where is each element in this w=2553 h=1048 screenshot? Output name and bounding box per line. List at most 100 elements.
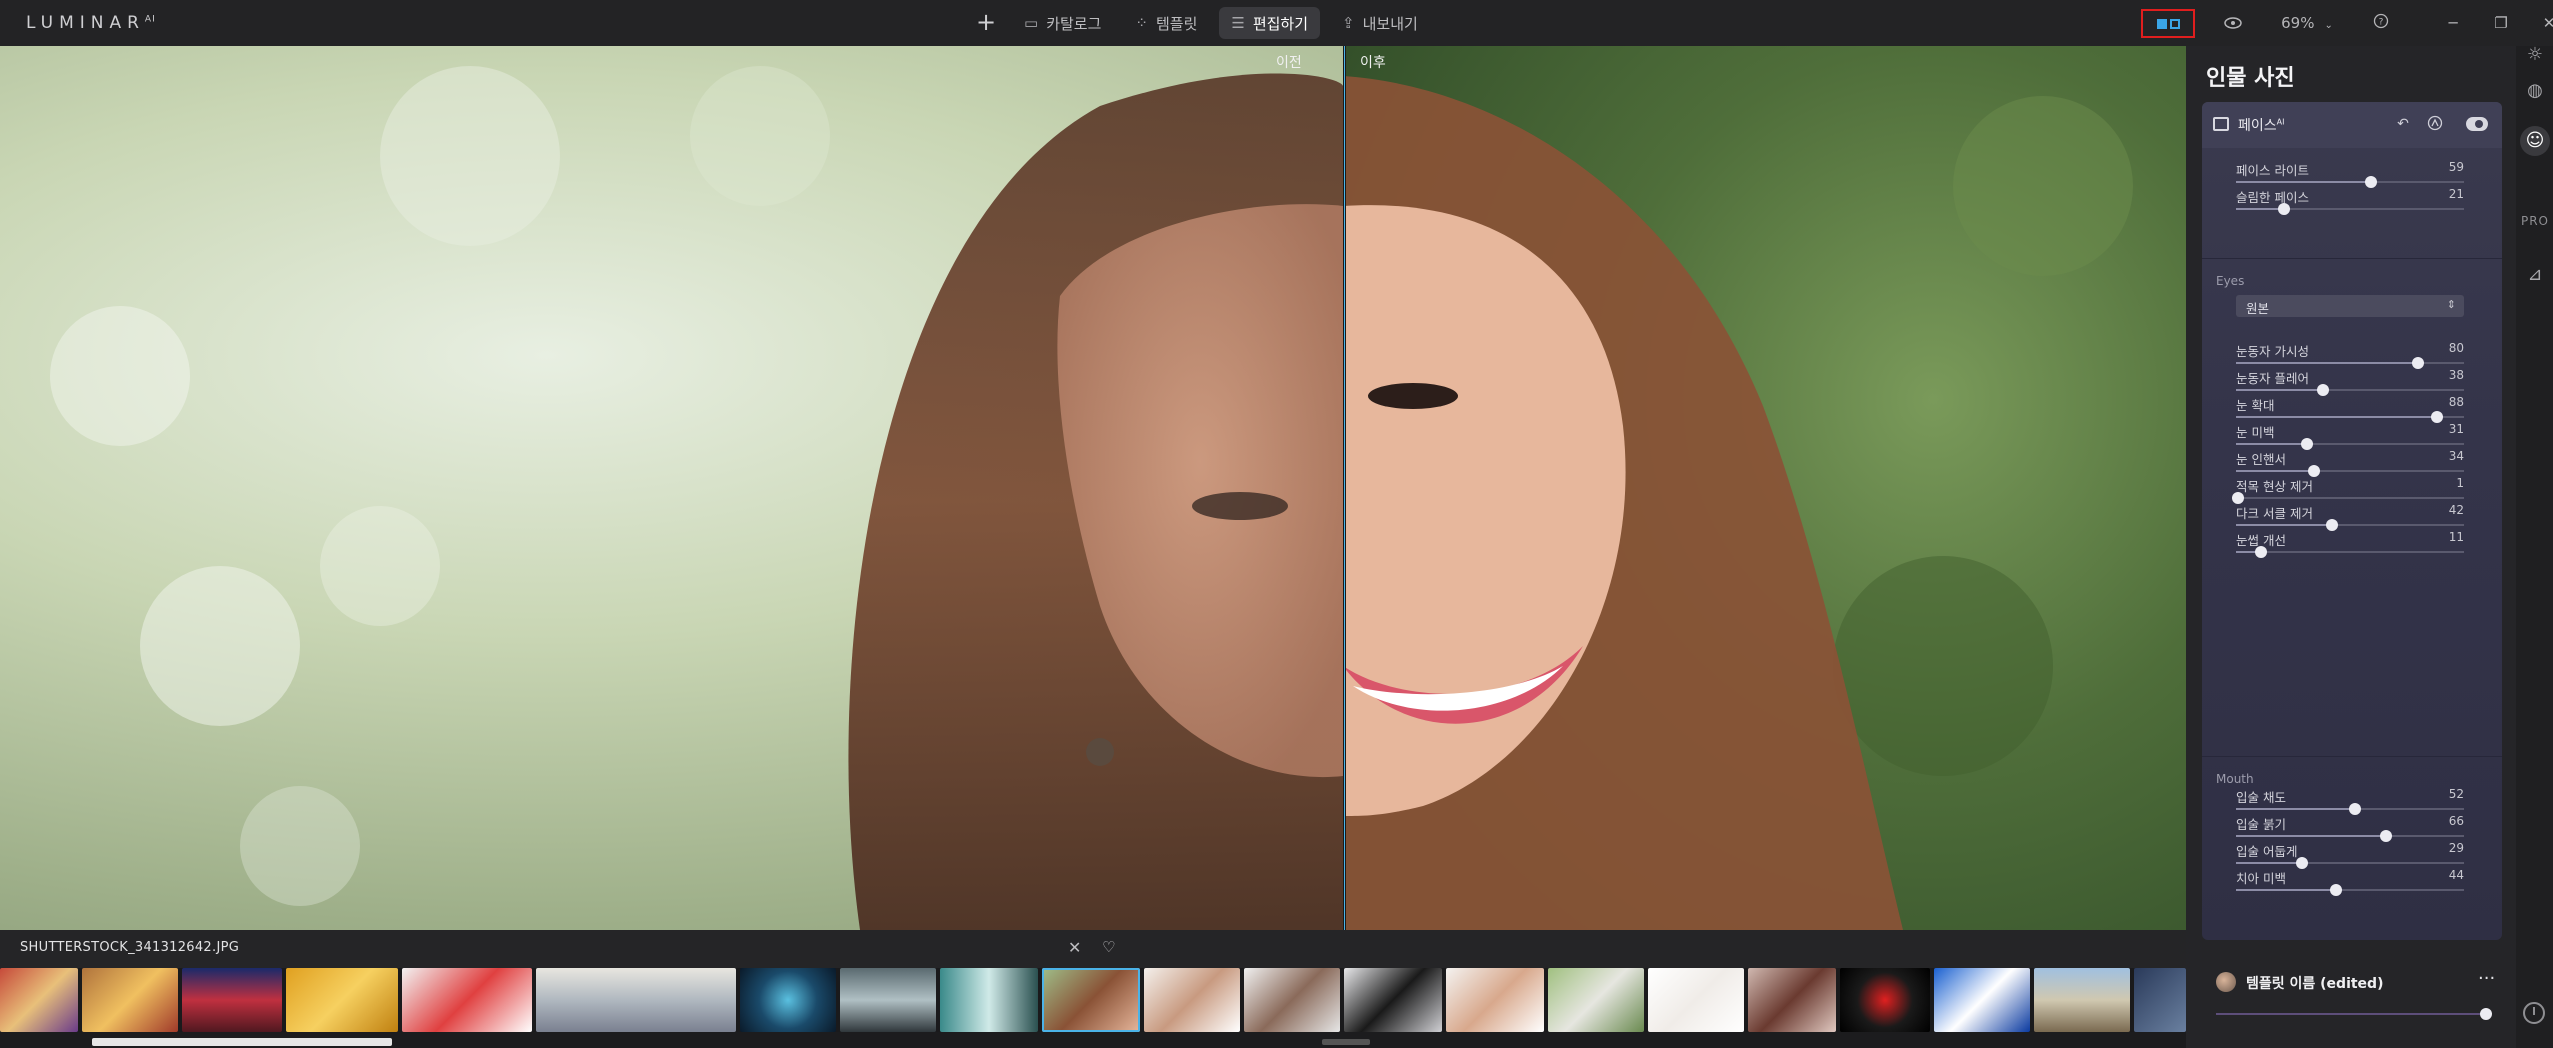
- face-ai-module: 페이스AI ↶ 페이스 라이트 59 슬림한 페이스 21 Eyes 원본 ⇕ 눈동자…: [2202, 102, 2502, 940]
- more-options-icon[interactable]: ···: [2478, 968, 2495, 989]
- eye-icon[interactable]: [2205, 14, 2261, 33]
- tab-edit[interactable]: ☰ 편집하기: [1219, 7, 1321, 39]
- slider-label: 눈동자 플레어: [2236, 371, 2309, 386]
- thumbnail[interactable]: [840, 968, 936, 1032]
- svg-text:?: ?: [2379, 18, 2384, 28]
- add-photos-button[interactable]: +: [970, 7, 1002, 39]
- slider-value: 21: [2448, 187, 2464, 201]
- tab-catalog[interactable]: ▭ 카탈로그: [1012, 7, 1113, 39]
- filmstrip-scrollbar[interactable]: [0, 1032, 2186, 1048]
- tab-templates[interactable]: ⁘ 템플릿: [1123, 7, 1209, 39]
- slider-knob[interactable]: [2330, 884, 2343, 896]
- thumbnail[interactable]: [1748, 968, 1836, 1032]
- slider[interactable]: 눈 인핸서 34: [2236, 449, 2464, 479]
- thumbnail[interactable]: [402, 968, 532, 1032]
- slider-track[interactable]: [2236, 857, 2464, 869]
- scrollbar-handle[interactable]: [1322, 1039, 1370, 1045]
- thumbnail-selected[interactable]: [1042, 968, 1140, 1032]
- slider-track[interactable]: [2236, 519, 2464, 531]
- thumbnail[interactable]: [740, 968, 836, 1032]
- slider-track[interactable]: [2236, 465, 2464, 477]
- before-after-compare-button[interactable]: [2141, 9, 2195, 38]
- slider-track[interactable]: [2236, 546, 2464, 558]
- close-icon[interactable]: ✕: [1068, 938, 1081, 957]
- slider-track[interactable]: [2236, 830, 2464, 842]
- help-icon[interactable]: ?: [2353, 13, 2409, 33]
- scrollbar-thumb[interactable]: [92, 1038, 392, 1046]
- thumbnail[interactable]: [1344, 968, 1442, 1032]
- slider-track[interactable]: [2236, 411, 2464, 423]
- thumbnail[interactable]: [536, 968, 736, 1032]
- zoom-dropdown[interactable]: 69% ⌄: [2261, 14, 2353, 32]
- slider[interactable]: 적목 현상 제거 1: [2232, 476, 2464, 506]
- slider-knob[interactable]: [2480, 1008, 2492, 1020]
- canvas-icon[interactable]: ⊿: [2520, 260, 2550, 290]
- slider-fill: [2236, 862, 2303, 864]
- thumbnail[interactable]: [1548, 968, 1644, 1032]
- slider-track[interactable]: [2236, 176, 2464, 188]
- tab-export-label: 내보내기: [1362, 14, 1418, 33]
- minimize-button[interactable]: ─: [2429, 14, 2477, 32]
- thumbnail[interactable]: [1144, 968, 1240, 1032]
- slider-track[interactable]: [2232, 492, 2464, 504]
- slider[interactable]: 눈 미백 31: [2236, 422, 2464, 452]
- filmstrip-header: SHUTTERSTOCK_341312642.JPG ✕ ♡: [0, 930, 2186, 968]
- slider-knob[interactable]: [2255, 546, 2268, 558]
- template-amount-slider[interactable]: [2216, 1008, 2492, 1020]
- slider[interactable]: 눈썹 개선 11: [2236, 530, 2464, 560]
- slider-label: 입술 채도: [2236, 790, 2286, 805]
- brush-mask-icon[interactable]: [2426, 115, 2444, 133]
- undo-icon[interactable]: ↶: [2394, 115, 2412, 133]
- slider[interactable]: 눈 확대 88: [2236, 395, 2464, 425]
- heart-icon[interactable]: ♡: [1102, 938, 1115, 956]
- tab-export[interactable]: ⇪ 내보내기: [1330, 7, 1430, 39]
- face-icon[interactable]: ☺: [2520, 126, 2550, 156]
- slider[interactable]: 페이스 라이트 59: [2236, 160, 2464, 190]
- thumbnail[interactable]: [1446, 968, 1544, 1032]
- slider-track[interactable]: [2236, 438, 2464, 450]
- slider[interactable]: 치아 미백 44: [2236, 868, 2464, 898]
- slider[interactable]: 다크 서클 제거 42: [2236, 503, 2464, 533]
- sun-icon[interactable]: ☼: [2520, 40, 2550, 70]
- thumbnail[interactable]: [82, 968, 178, 1032]
- palette-icon[interactable]: ◍: [2520, 76, 2550, 106]
- thumbnail[interactable]: [0, 968, 78, 1032]
- restore-button[interactable]: ❐: [2477, 14, 2525, 32]
- slider[interactable]: 입술 붉기 66: [2236, 814, 2464, 844]
- top-bar: LUMINARAI + ▭ 카탈로그 ⁘ 템플릿 ☰ 편집하기 ⇪ 내보내기 6…: [0, 0, 2553, 46]
- slider-track[interactable]: [2236, 803, 2464, 815]
- close-window-button[interactable]: ✕: [2525, 14, 2553, 32]
- thumbnail[interactable]: [1648, 968, 1744, 1032]
- eyes-preset-dropdown[interactable]: 원본 ⇕: [2236, 295, 2464, 317]
- slider-track[interactable]: [2236, 384, 2464, 396]
- slider[interactable]: 입술 채도 52: [2236, 787, 2464, 817]
- before-after-icon: [2156, 18, 2167, 29]
- image-canvas[interactable]: 이전 이후: [0, 46, 2186, 930]
- thumbnail[interactable]: [1840, 968, 1930, 1032]
- clock-icon[interactable]: [2523, 1002, 2545, 1024]
- slider-track[interactable]: [2236, 884, 2464, 896]
- thumbnail[interactable]: [2134, 968, 2186, 1032]
- thumbnail[interactable]: [182, 968, 282, 1032]
- thumbnail[interactable]: [1244, 968, 1340, 1032]
- slider-value: 1: [2456, 476, 2464, 490]
- slider[interactable]: 눈동자 플레어 38: [2236, 368, 2464, 398]
- thumbnail[interactable]: [940, 968, 1038, 1032]
- photo-after: [1343, 46, 2186, 930]
- thumbnail[interactable]: [1934, 968, 2030, 1032]
- toggle-icon[interactable]: [2466, 117, 2488, 131]
- module-header[interactable]: 페이스AI ↶: [2202, 102, 2502, 148]
- slider-knob[interactable]: [2277, 203, 2290, 215]
- compare-divider-handle[interactable]: [1343, 46, 1346, 930]
- slider-label: 눈 미백: [2236, 425, 2275, 440]
- slider[interactable]: 슬림한 페이스 21: [2236, 187, 2464, 217]
- thumbnail[interactable]: [286, 968, 398, 1032]
- slider[interactable]: 입술 어둡게 29: [2236, 841, 2464, 871]
- slider[interactable]: 눈동자 가시성 80: [2236, 341, 2464, 371]
- thumbnail[interactable]: [2034, 968, 2130, 1032]
- pro-tools-label[interactable]: PRO: [2520, 214, 2550, 228]
- tab-catalog-label: 카탈로그: [1046, 14, 1102, 33]
- slider-track[interactable]: [2236, 357, 2464, 369]
- slider-track[interactable]: [2236, 203, 2464, 215]
- slider-label: 다크 서클 제거: [2236, 506, 2313, 521]
